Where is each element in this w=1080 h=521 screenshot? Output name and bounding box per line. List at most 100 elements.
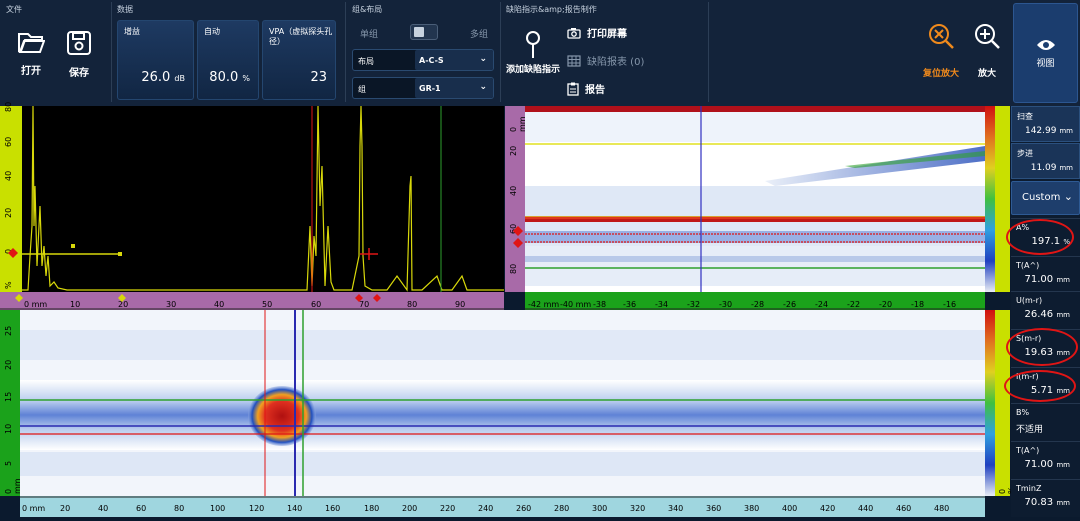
cscan-x-tick: 0 mm bbox=[22, 504, 46, 513]
b-pct-reading[interactable]: B% 不适用 bbox=[1011, 403, 1080, 441]
ascan-plot[interactable] bbox=[22, 105, 504, 292]
vpa-value: 23 bbox=[310, 70, 327, 85]
sscan-x-tick: -32 bbox=[687, 300, 701, 309]
gain-title: 增益 bbox=[124, 27, 140, 36]
sscan-x-scale[interactable]: -42 mm -40 mm -38 -36 -34 -32 -30 -28 -2… bbox=[525, 292, 985, 310]
single-group-label: 单组 bbox=[360, 30, 379, 40]
cscan-right-scale[interactable]: 0 % bbox=[995, 310, 1016, 496]
cscan-x-tick: 80 bbox=[174, 504, 185, 513]
add-indication-label: 添加缺陷指示 bbox=[506, 65, 561, 75]
cscan-x-tick: 180 bbox=[364, 504, 380, 513]
camera-icon bbox=[567, 27, 581, 39]
cscan-x-ticks bbox=[20, 496, 985, 498]
gate-marker-icon[interactable] bbox=[513, 226, 523, 250]
red-marker-icon[interactable] bbox=[373, 294, 381, 302]
tminz-reading[interactable]: TminZ 70.83 mm bbox=[1011, 479, 1080, 517]
zoom-label: 放大 bbox=[977, 69, 996, 79]
cscan-x-tick: 20 bbox=[60, 504, 71, 513]
cscan-x-scale[interactable]: 0 mm 20 40 60 80 100 120 140 160 180 200… bbox=[20, 496, 985, 517]
view-button[interactable]: 视图 bbox=[1013, 3, 1078, 103]
t-a2-reading[interactable]: T(A^) 71.00 mm bbox=[1011, 441, 1080, 479]
layout-value: A-C-S bbox=[419, 55, 444, 65]
yellow-marker-icon[interactable] bbox=[15, 294, 23, 302]
cscan-x-tick: 60 bbox=[136, 504, 147, 513]
gain-card[interactable]: 增益 26.0 dB bbox=[117, 20, 194, 100]
tminz-value: 70.83 bbox=[1024, 497, 1054, 508]
t-a1-value: 71.00 bbox=[1024, 274, 1054, 285]
layout-select[interactable]: A-C-S ⌄ bbox=[415, 50, 493, 70]
u-mr-reading[interactable]: U(m-r) 26.46 mm bbox=[1011, 291, 1080, 329]
save-label: 保存 bbox=[69, 68, 89, 79]
cscan-color-palette bbox=[985, 310, 995, 496]
clipboard-icon bbox=[567, 82, 579, 96]
group-mode-toggle[interactable] bbox=[410, 24, 438, 40]
ascan-y-scale[interactable]: % 0 20 40 60 80 bbox=[0, 102, 22, 296]
step-reading[interactable]: 步进 11.09 mm bbox=[1011, 143, 1080, 179]
t-a1-reading[interactable]: T(A^) 71.00 mm bbox=[1011, 256, 1080, 291]
cscan-x-tick: 280 bbox=[554, 504, 570, 513]
ascan-x-scale[interactable]: 0 mm 10 20 30 40 50 60 70 80 90 bbox=[0, 292, 504, 310]
multi-group-label: 多组 bbox=[470, 30, 489, 40]
t-a2-label: T(A^) bbox=[1016, 446, 1040, 455]
sscan-right-scale[interactable] bbox=[995, 106, 1010, 292]
data-section-title: 数据 bbox=[117, 5, 133, 14]
gate-marker-icon[interactable] bbox=[8, 248, 18, 258]
sscan-x-tick: -24 bbox=[815, 300, 829, 309]
red-marker-icon[interactable] bbox=[355, 294, 363, 302]
gain-unit: dB bbox=[174, 74, 185, 83]
sscan-y-scale[interactable]: 0 mm 20 40 60 80 bbox=[505, 106, 527, 292]
cscan-y-scale[interactable]: 25 20 15 10 5 0 mm bbox=[0, 310, 22, 496]
sscan-plot[interactable] bbox=[525, 106, 985, 292]
reset-zoom-button[interactable]: 复位放大 bbox=[918, 22, 964, 88]
ascan-x-tick: 30 bbox=[166, 300, 177, 309]
cscan-x-tick: 420 bbox=[820, 504, 836, 513]
defect-table-button[interactable]: 缺陷报表 (0) bbox=[567, 53, 644, 68]
sscan-image bbox=[525, 106, 985, 292]
add-indication-button[interactable]: 添加缺陷指示 bbox=[506, 30, 560, 102]
zoom-button[interactable]: 放大 bbox=[968, 22, 1006, 88]
cscan-x-tick: 260 bbox=[516, 504, 532, 513]
cscan-x-tick: 460 bbox=[896, 504, 912, 513]
sscan-y-tick: 80 bbox=[509, 263, 518, 274]
auto-card[interactable]: 自动 80.0 % bbox=[197, 20, 259, 100]
cscan-x-tick: 320 bbox=[630, 504, 646, 513]
cscan-x-tick: 360 bbox=[706, 504, 722, 513]
sscan-x-tick: -40 mm bbox=[560, 300, 592, 309]
ascan-x-tick: 60 bbox=[311, 300, 322, 309]
ascan-y-tick: 20 bbox=[4, 207, 13, 218]
yellow-marker-icon[interactable] bbox=[118, 294, 126, 302]
group-select[interactable]: GR-1 ⌄ bbox=[415, 78, 493, 98]
gain-value: 26.0 bbox=[141, 70, 171, 85]
u-mr-label: U(m-r) bbox=[1016, 296, 1043, 305]
ribbon-toolbar: 文件 打开 保存 数据 增益 26.0 dB 自动 80.0 % VPA（虚拟探… bbox=[0, 0, 1080, 106]
scan-label: 扫查 bbox=[1017, 112, 1033, 121]
u-mr-value: 26.46 bbox=[1024, 309, 1054, 320]
report-label: 报告 bbox=[585, 85, 605, 96]
ascan-x-tick: 50 bbox=[262, 300, 273, 309]
t-a2-value: 71.00 bbox=[1024, 459, 1054, 470]
custom-select[interactable]: Custom ⌄ bbox=[1011, 181, 1080, 215]
vpa-card[interactable]: VPA（虚拟探头孔径） 23 bbox=[262, 20, 336, 100]
cscan-x-tick: 400 bbox=[782, 504, 798, 513]
eye-icon bbox=[1036, 40, 1055, 50]
save-button[interactable]: 保存 bbox=[56, 30, 102, 100]
scan-reading[interactable]: 扫查 142.99 mm bbox=[1011, 106, 1080, 142]
b-pct-value: 不适用 bbox=[1016, 425, 1044, 435]
divider bbox=[708, 2, 709, 102]
open-button[interactable]: 打开 bbox=[8, 30, 54, 100]
file-section-title: 文件 bbox=[6, 5, 22, 14]
print-screen-button[interactable]: 打印屏幕 bbox=[567, 25, 627, 40]
group-label: 组 bbox=[358, 85, 366, 94]
auto-unit: % bbox=[242, 74, 250, 83]
report-button[interactable]: 报告 bbox=[567, 81, 605, 96]
group-section-title: 组&布局 bbox=[352, 5, 383, 14]
cscan-image bbox=[20, 310, 985, 496]
divider bbox=[111, 2, 112, 102]
cscan-plot[interactable] bbox=[20, 310, 985, 496]
divider bbox=[500, 2, 501, 102]
auto-title: 自动 bbox=[204, 27, 220, 36]
reset-zoom-label: 复位放大 bbox=[922, 69, 959, 79]
sscan-x-tick: -18 bbox=[911, 300, 925, 309]
view-label: 视图 bbox=[1036, 59, 1055, 69]
sscan-y-tick: 40 bbox=[509, 185, 518, 196]
